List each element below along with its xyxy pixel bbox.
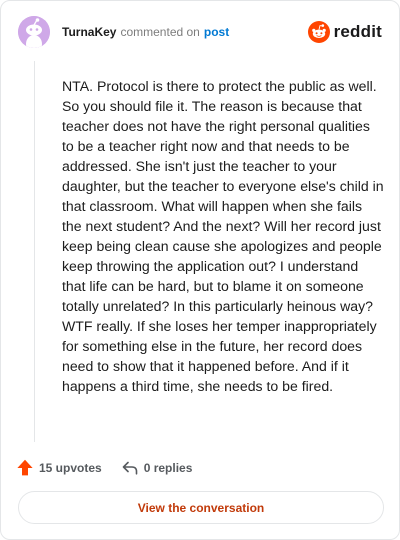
- upvote-arrow-icon: [17, 459, 33, 476]
- reddit-logo-icon: [307, 21, 330, 43]
- commented-on-label: commented on: [120, 25, 200, 39]
- comment-meta: TurnaKey commented on post: [62, 24, 229, 40]
- embedded-comment-card: TurnaKey commented on post reddit NTA. Pro…: [0, 0, 400, 540]
- username-link[interactable]: TurnaKey: [62, 25, 116, 39]
- thread-line[interactable]: [34, 61, 35, 442]
- upvote-count: 15 upvotes: [39, 460, 102, 475]
- reply-count: 0 replies: [143, 460, 193, 475]
- reply-button[interactable]: 0 replies: [122, 460, 193, 475]
- reply-arrow-icon: [122, 461, 138, 475]
- comment-header: TurnaKey commented on post: [18, 16, 229, 48]
- comment-actions: 15 upvotes 0 replies: [17, 459, 192, 476]
- view-conversation-button[interactable]: View the conversation: [18, 491, 384, 524]
- upvote-button[interactable]: 15 upvotes: [17, 459, 102, 476]
- avatar[interactable]: [18, 16, 50, 48]
- reddit-wordmark: reddit: [333, 22, 382, 41]
- post-link[interactable]: post: [204, 25, 229, 39]
- snoo-avatar-icon: [18, 16, 50, 48]
- reddit-logo[interactable]: reddit: [307, 21, 382, 43]
- comment-body: NTA. Protocol is there to protect the pu…: [62, 78, 384, 394]
